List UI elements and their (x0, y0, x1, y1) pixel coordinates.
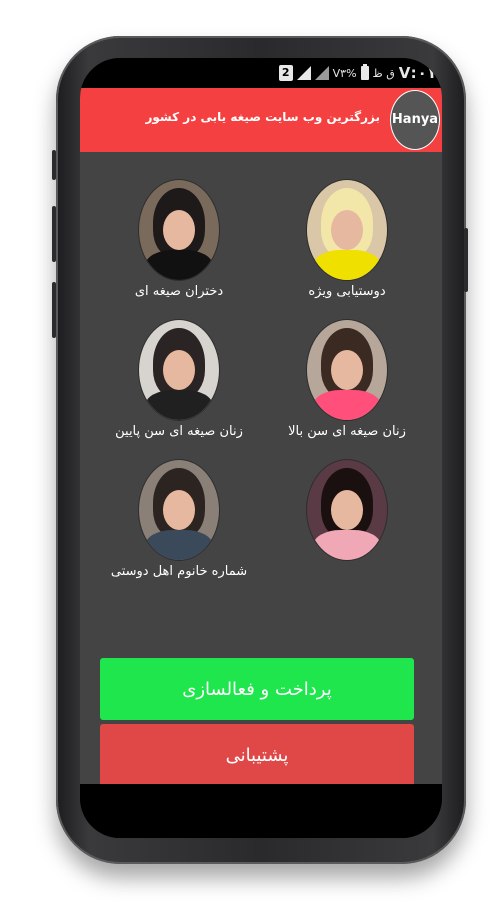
profile-photo (307, 180, 387, 280)
pay-activate-button[interactable]: پرداخت و فعالسازی (100, 658, 414, 720)
tile-label: دختران صیغه ای (134, 284, 224, 299)
tile-temporary-girls[interactable]: دختران صیغه ای (94, 180, 264, 299)
app-logo-badge[interactable]: Hanya (390, 90, 440, 150)
screen: 2 V۳% ق ظ V:۰۱ بزرگترین وب سایت صیغه یاب… (80, 58, 442, 838)
profile-photo (139, 180, 219, 280)
main-content: دوستیابی ویژه دختران صیغه ای زنان صیغه ا… (80, 152, 442, 786)
profile-photo (307, 460, 387, 560)
side-button-right (464, 228, 468, 292)
support-button[interactable]: پشتیبانی (100, 724, 414, 786)
tile-special-dating[interactable]: دوستیابی ویژه (262, 180, 432, 299)
status-bar: 2 V۳% ق ظ V:۰۱ (80, 58, 442, 88)
battery-icon (360, 64, 369, 80)
volume-up-button (52, 206, 56, 262)
tile-unlabeled[interactable] (262, 460, 432, 564)
clock: V:۰۱ (398, 64, 436, 82)
signal-icon (296, 66, 311, 80)
tile-younger-women[interactable]: زنان صیغه ای سن پایین (94, 320, 264, 439)
sim-icon: 2 (278, 65, 293, 81)
tile-label: دوستیابی ویژه (308, 284, 386, 299)
tile-label: زنان صیغه ای سن بالا (288, 424, 406, 439)
app-bar: بزرگترین وب سایت صیغه یابی در کشور Hanya (80, 88, 442, 152)
tile-friendly-women-numbers[interactable]: شماره خانوم اهل دوستی (94, 460, 264, 579)
profile-photo (307, 320, 387, 420)
status-icons: 2 V۳% ق ظ V:۰۱ (278, 64, 436, 82)
volume-down-button (52, 282, 56, 338)
app-title: بزرگترین وب سایت صیغه یابی در کشور (145, 110, 380, 124)
am-pm-text: ق ظ (372, 66, 395, 80)
navigation-bar (80, 784, 442, 838)
tile-older-women[interactable]: زنان صیغه ای سن بالا (262, 320, 432, 439)
battery-percent: V۳% (332, 66, 357, 80)
profile-photo (139, 460, 219, 560)
power-button (52, 150, 56, 180)
tile-label: زنان صیغه ای سن پایین (115, 424, 243, 439)
profile-photo (139, 320, 219, 420)
tile-label: شماره خانوم اهل دوستی (110, 564, 248, 579)
signal-icon-secondary (314, 66, 329, 80)
